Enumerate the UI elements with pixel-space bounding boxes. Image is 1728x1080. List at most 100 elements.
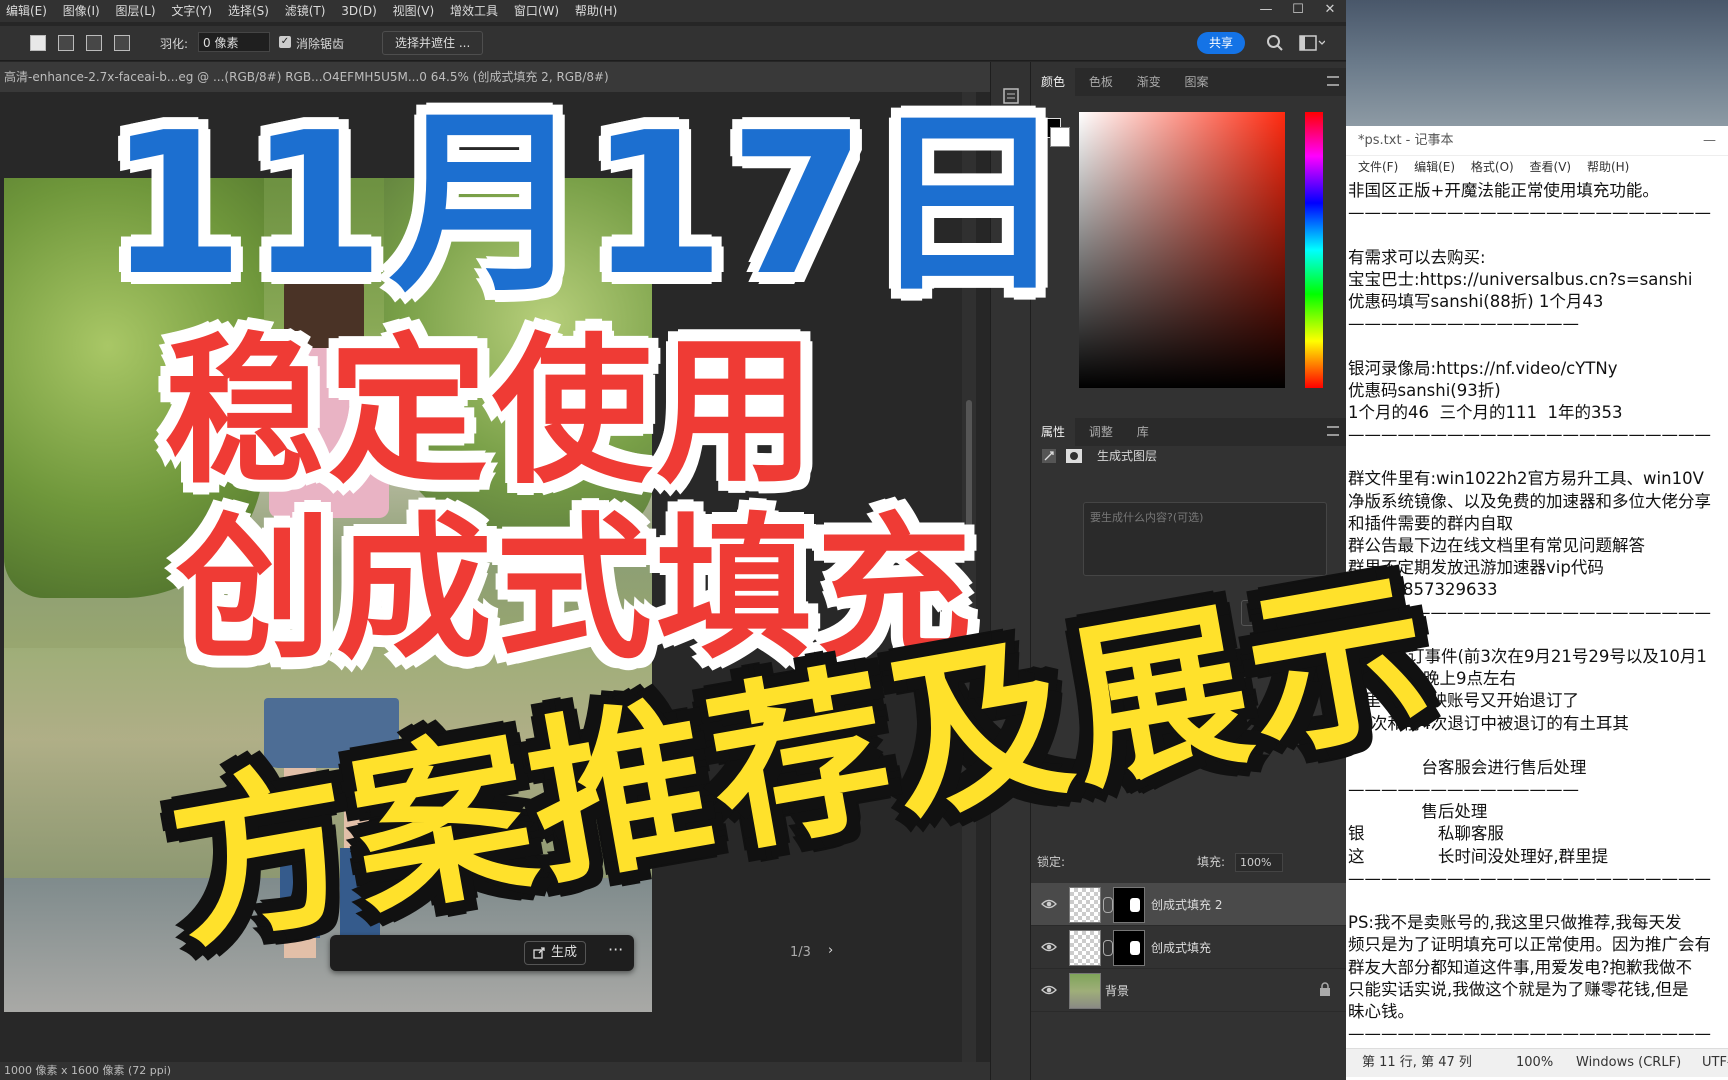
status-bar: 1000 像素 x 1600 像素 (72 ppi) xyxy=(0,1062,990,1080)
menu-bar: 编辑(E) 图像(I) 图层(L) 文字(Y) 选择(S) 滤镜(T) 3D(D… xyxy=(0,0,1346,22)
text-line: 有需求可以去购买: xyxy=(1348,247,1486,267)
encoding: UTF- xyxy=(1702,1055,1728,1070)
close-button[interactable]: ✕ xyxy=(1314,0,1346,22)
color-picker-field[interactable] xyxy=(1079,112,1285,388)
layer-thumbnail xyxy=(1069,887,1101,923)
generate-label: 生成 xyxy=(551,945,578,960)
text-line: 银 私聊客服 xyxy=(1348,824,1504,844)
text-line: 这 长时间没处理好,群里提 xyxy=(1348,846,1609,866)
text-line: 群友大部分都知道这件事,用爱发电?抱歉我做不 xyxy=(1348,957,1693,977)
menu-type[interactable]: 文字(Y) xyxy=(165,0,218,22)
layers-lock-row: 锁定: 填充: 100% xyxy=(1037,850,1341,874)
color-panel-tabs: 颜色 色板 渐变 图案 xyxy=(1031,68,1347,96)
menu-help[interactable]: 帮助(H) xyxy=(569,0,623,22)
text-line: PS:我不是卖账号的,我这里只做推荐,我每天发 xyxy=(1348,913,1682,933)
tab-patterns[interactable]: 图案 xyxy=(1175,68,1219,96)
cursor-position: 第 11 行, 第 47 列 xyxy=(1362,1055,1472,1070)
layer-thumbnail xyxy=(1069,930,1101,966)
workspace-icon[interactable] xyxy=(1299,34,1325,52)
eye-icon[interactable] xyxy=(1041,982,1057,998)
eye-icon[interactable] xyxy=(1041,896,1057,912)
text-line xyxy=(1348,446,1728,468)
link-icon[interactable] xyxy=(1103,897,1113,913)
generative-layer-icon xyxy=(1042,449,1056,463)
text-line: —————————————————————— xyxy=(1348,203,1711,223)
layer-thumbnail xyxy=(1069,973,1101,1009)
generate-icon xyxy=(533,947,545,959)
generate-button[interactable]: 生成 xyxy=(524,941,587,965)
layer-row[interactable]: 创成式填充 xyxy=(1031,926,1347,969)
link-icon[interactable] xyxy=(1103,940,1113,956)
text-line xyxy=(1348,890,1728,912)
text-line: —————————————— xyxy=(1348,314,1579,334)
menu-edit[interactable]: 编辑(E) xyxy=(0,0,53,22)
menu-view[interactable]: 查看(V) xyxy=(1530,160,1572,174)
text-line: 非国区正版+开魔法能正常使用填充功能。 xyxy=(1348,181,1659,200)
eye-icon[interactable] xyxy=(1041,939,1057,955)
text-line: —————————————————————— xyxy=(1348,1024,1711,1044)
layer-type-label: 生成式图层 xyxy=(1097,449,1158,463)
text-line: 群文件里有:win1022h2官方易升工具、win10V xyxy=(1348,469,1704,489)
add-selection-icon[interactable] xyxy=(58,35,74,51)
layer-name: 背景 xyxy=(1105,984,1130,998)
text-line: 1个月的46 三个月的111 1年的353 xyxy=(1348,402,1623,422)
text-line: 频只是为了证明填充可以正常使用。因为推广会有 xyxy=(1348,935,1711,955)
minimize-button[interactable]: — xyxy=(1703,126,1716,156)
share-button[interactable]: 共享 xyxy=(1197,32,1246,54)
notepad-title: *ps.txt - 记事本 xyxy=(1358,133,1454,148)
menu-format[interactable]: 格式(O) xyxy=(1471,160,1514,174)
subtract-selection-icon[interactable] xyxy=(86,35,102,51)
menu-filter[interactable]: 滤镜(T) xyxy=(279,0,332,22)
text-line: 优惠码sanshi(93折) xyxy=(1348,380,1501,400)
menu-edit[interactable]: 编辑(E) xyxy=(1414,160,1455,174)
text-line: 银河录像局:https://nf.video/cYTNy xyxy=(1348,358,1618,378)
tab-gradients[interactable]: 渐变 xyxy=(1127,68,1171,96)
text-line: 昧心钱。 xyxy=(1348,1001,1414,1021)
maximize-button[interactable]: ☐ xyxy=(1282,0,1314,22)
fill-input[interactable]: 100% xyxy=(1235,853,1283,872)
menu-window[interactable]: 窗口(W) xyxy=(508,0,565,22)
search-icon[interactable] xyxy=(1266,34,1284,52)
layer-row[interactable]: 背景 xyxy=(1031,969,1347,1012)
layer-mask-thumbnail[interactable] xyxy=(1113,887,1145,923)
new-selection-icon[interactable] xyxy=(30,35,46,51)
notepad-titlebar: *ps.txt - 记事本 — xyxy=(1346,126,1728,156)
fill-label: 填充: xyxy=(1197,855,1226,869)
panel-menu-icon[interactable] xyxy=(1327,76,1339,86)
text-line: 净版系统镜像、以及免费的加速器和多位大佬分享 xyxy=(1348,491,1711,511)
text-line: 宝宝巴士:https://universalbus.cn?s=sanshi xyxy=(1348,269,1693,289)
window-controls: — ☐ ✕ xyxy=(1250,0,1346,22)
menu-image[interactable]: 图像(I) xyxy=(57,0,106,22)
layer-mask-thumbnail[interactable] xyxy=(1113,930,1145,966)
mask-icon xyxy=(1066,449,1082,463)
menu-3d[interactable]: 3D(D) xyxy=(335,0,382,22)
lock-label: 锁定: xyxy=(1037,855,1066,869)
tab-swatches[interactable]: 色板 xyxy=(1079,68,1123,96)
menu-view[interactable]: 视图(V) xyxy=(387,0,441,22)
properties-header: 生成式图层 xyxy=(1041,442,1337,470)
menu-plugins[interactable]: 增效工具 xyxy=(444,0,504,22)
panel-menu-icon[interactable] xyxy=(1327,426,1339,436)
text-line: 优惠码填写sanshi(88折) 1个月43 xyxy=(1348,291,1604,311)
minimize-button[interactable]: — xyxy=(1250,0,1282,22)
text-line xyxy=(1348,335,1728,357)
lock-icon xyxy=(1320,982,1330,996)
variation-page: 1/3 xyxy=(790,945,811,960)
menu-help[interactable]: 帮助(H) xyxy=(1587,160,1629,174)
menu-layer[interactable]: 图层(L) xyxy=(110,0,162,22)
text-line: 只能实话实说,我做这个就是为了赚零花钱,但是 xyxy=(1348,979,1689,999)
menu-select[interactable]: 选择(S) xyxy=(222,0,275,22)
more-options-button[interactable]: ··· xyxy=(608,940,623,959)
hue-slider[interactable] xyxy=(1305,112,1323,388)
line-ending: Windows (CRLF) xyxy=(1576,1055,1682,1070)
notepad-menu-bar: 文件(F) 编辑(E) 格式(O) 查看(V) 帮助(H) xyxy=(1346,156,1728,178)
text-line: —————————————————————— xyxy=(1348,868,1711,888)
text-line xyxy=(1348,224,1728,246)
layer-name: 创成式填充 xyxy=(1151,941,1212,955)
notepad-status-bar: 第 11 行, 第 47 列 100% Windows (CRLF) UTF- xyxy=(1346,1048,1728,1077)
layer-name: 创成式填充 2 xyxy=(1151,898,1223,912)
layer-row[interactable]: 创成式填充 2 xyxy=(1031,883,1347,926)
next-variation-button[interactable]: › xyxy=(828,943,833,958)
menu-file[interactable]: 文件(F) xyxy=(1358,160,1398,174)
desktop-background xyxy=(1346,0,1728,126)
